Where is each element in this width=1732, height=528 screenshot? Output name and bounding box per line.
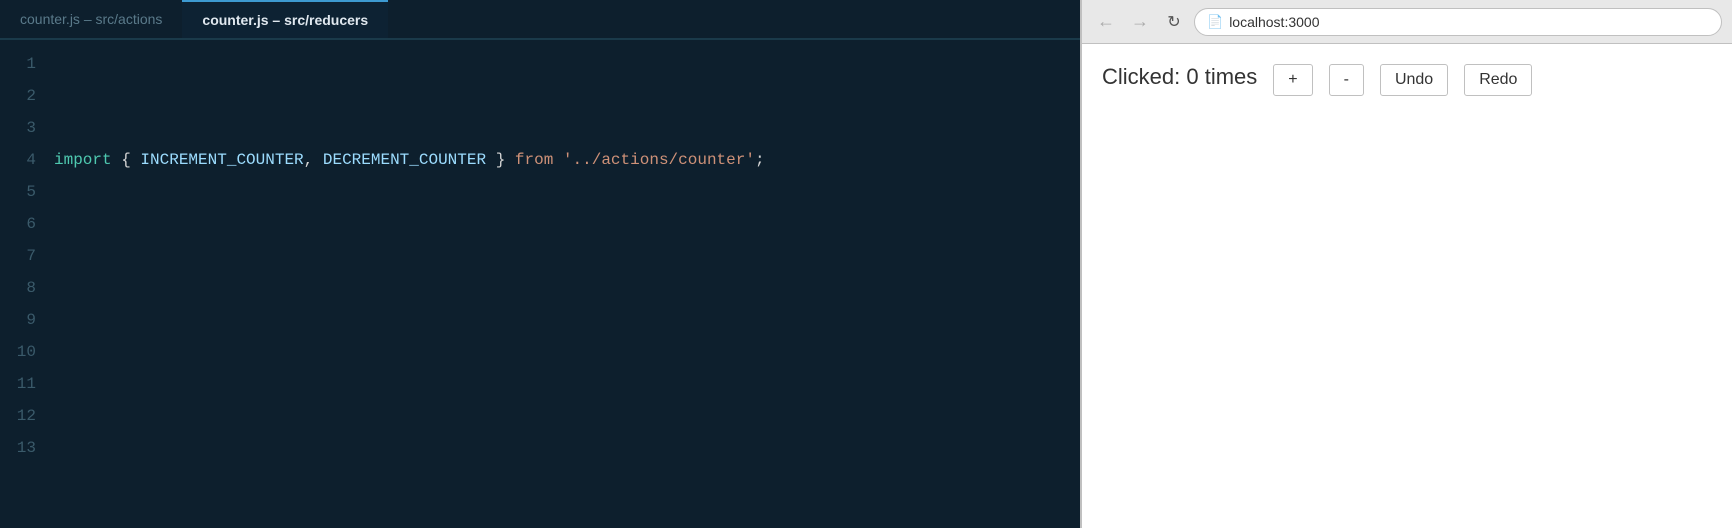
code-content: import { INCREMENT_COUNTER, DECREMENT_CO… [46, 48, 1080, 520]
browser-panel: ← → ↻ 📄 localhost:3000 Clicked: 0 times … [1080, 0, 1732, 528]
code-line-2 [54, 272, 1072, 304]
redo-button[interactable]: Redo [1464, 64, 1532, 96]
tab-bar: counter.js – src/actions counter.js – sr… [0, 0, 1080, 40]
line-numbers: 1 2 3 4 5 6 7 8 9 10 11 12 13 [0, 48, 46, 520]
code-line-1: import { INCREMENT_COUNTER, DECREMENT_CO… [54, 144, 1072, 176]
tab-actions[interactable]: counter.js – src/actions [0, 0, 182, 38]
forward-button[interactable]: → [1126, 8, 1154, 36]
browser-content: Clicked: 0 times + - Undo Redo [1082, 44, 1732, 528]
clicked-label: Clicked: 0 times [1102, 64, 1257, 90]
increment-button[interactable]: + [1273, 64, 1312, 96]
decrement-button[interactable]: - [1329, 64, 1364, 96]
code-line-3 [54, 400, 1072, 432]
undo-button[interactable]: Undo [1380, 64, 1448, 96]
back-button[interactable]: ← [1092, 8, 1120, 36]
page-icon: 📄 [1207, 14, 1223, 30]
address-text: localhost:3000 [1229, 14, 1319, 30]
browser-toolbar: ← → ↻ 📄 localhost:3000 [1082, 0, 1732, 44]
editor-panel: counter.js – src/actions counter.js – sr… [0, 0, 1080, 528]
tab-reducers[interactable]: counter.js – src/reducers [182, 0, 388, 38]
refresh-button[interactable]: ↻ [1160, 8, 1188, 36]
tab-reducers-label: counter.js – src/reducers [202, 12, 368, 28]
tab-actions-label: counter.js – src/actions [20, 11, 162, 27]
address-bar[interactable]: 📄 localhost:3000 [1194, 8, 1722, 36]
code-area: 1 2 3 4 5 6 7 8 9 10 11 12 13 import { I… [0, 40, 1080, 528]
